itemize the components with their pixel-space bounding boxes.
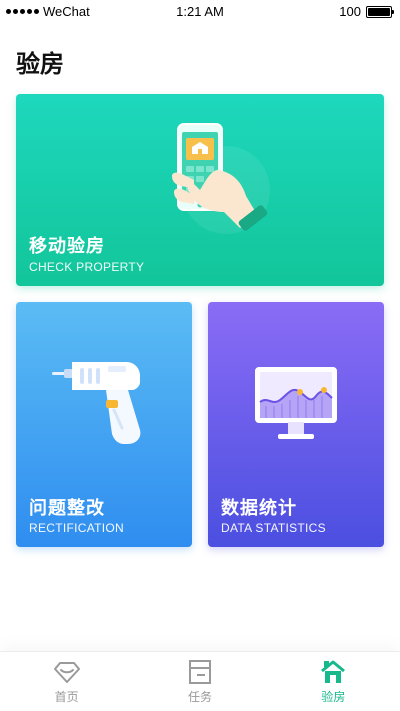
- rectification-subtitle: RECTIFICATION: [29, 521, 125, 535]
- drill-icon: [52, 362, 141, 444]
- data-statistics-card[interactable]: 数据统计 DATA STATISTICS: [208, 302, 384, 547]
- battery-icon: [366, 5, 394, 18]
- check-property-title: 移动验房: [29, 236, 105, 257]
- tab-home[interactable]: 首页: [0, 652, 133, 711]
- check-property-card[interactable]: 移动验房 CHECK PROPERTY: [16, 94, 384, 286]
- tab-home-label: 首页: [54, 690, 79, 704]
- tab-tasks[interactable]: 任务: [133, 652, 266, 711]
- tab-bar: 首页 任务 验房: [0, 651, 400, 711]
- data-statistics-subtitle: DATA STATISTICS: [221, 521, 326, 535]
- monitor-chart-icon: [255, 367, 337, 439]
- tab-check-property-label: 验房: [321, 690, 346, 704]
- phone-in-hand-icon: [172, 123, 270, 234]
- status-bar: WeChat 1:21 AM 100: [0, 0, 400, 24]
- battery-level: 100: [339, 4, 361, 19]
- page-title: 验房: [16, 50, 64, 78]
- tab-check-property[interactable]: 验房: [267, 652, 400, 711]
- house-check-icon: [321, 660, 346, 683]
- diamond-home-icon: [53, 662, 80, 683]
- status-right: 100: [339, 4, 394, 19]
- tab-tasks-label: 任务: [187, 690, 212, 704]
- data-statistics-title: 数据统计: [221, 498, 297, 519]
- rectification-title: 问题整改: [29, 498, 105, 519]
- rectification-card[interactable]: 问题整改 RECTIFICATION: [16, 302, 192, 547]
- check-property-subtitle: CHECK PROPERTY: [29, 260, 145, 274]
- task-doc-icon: [188, 660, 211, 684]
